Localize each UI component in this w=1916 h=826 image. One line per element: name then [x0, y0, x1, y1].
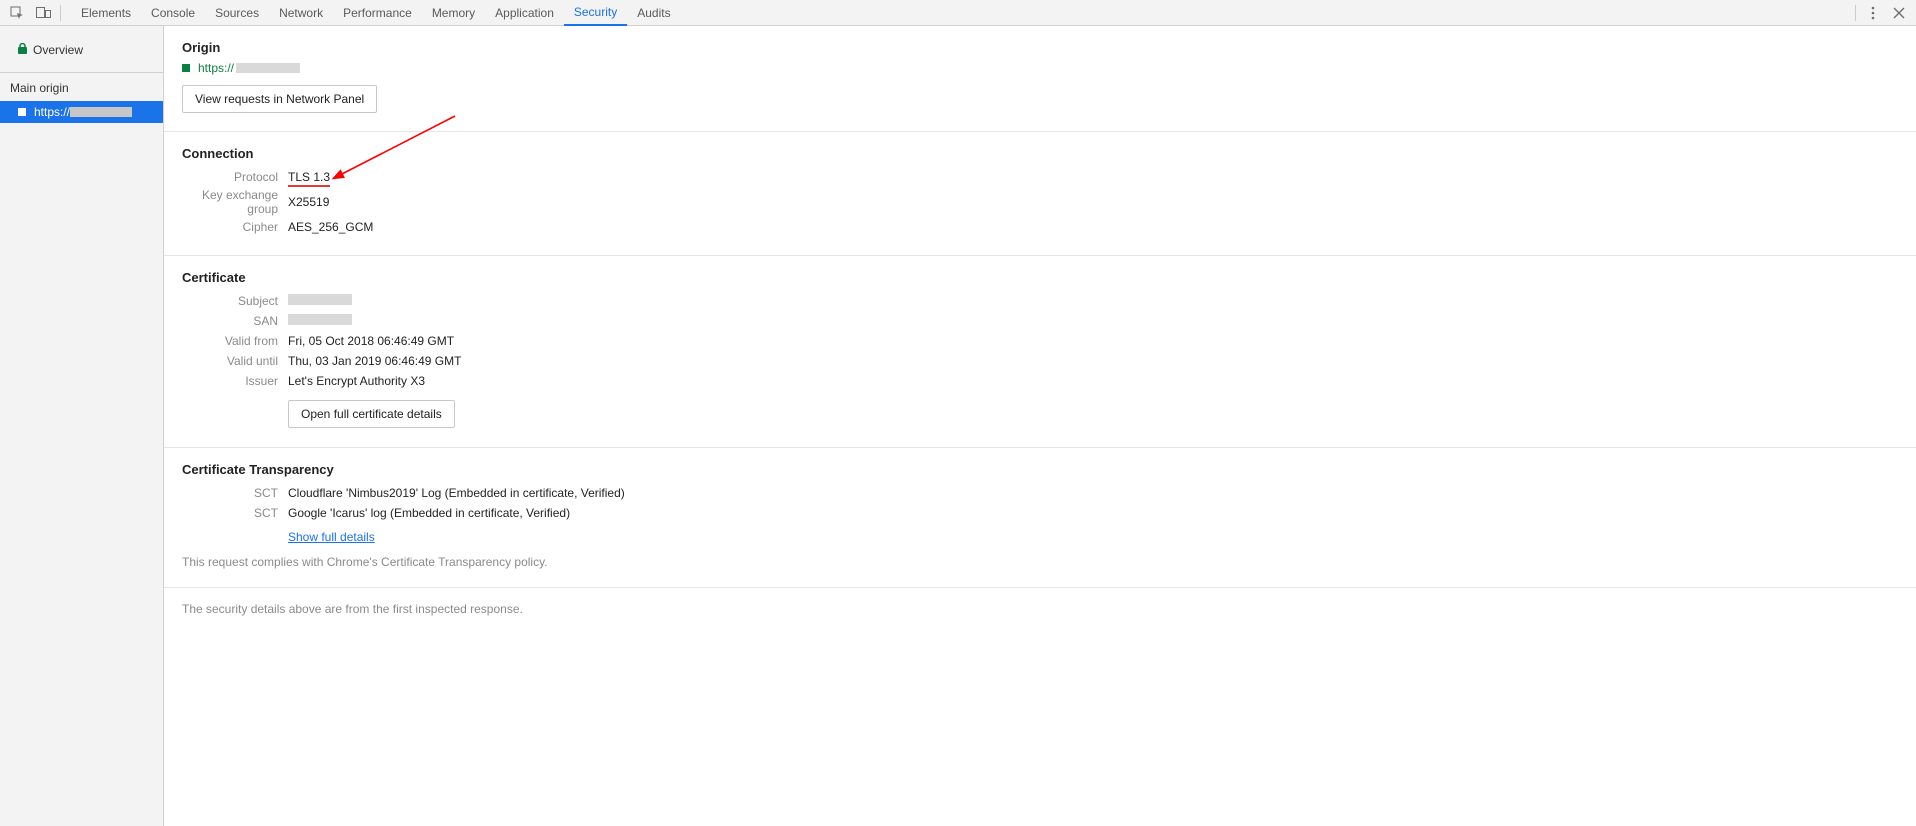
connection-section: Connection Protocol TLS 1.3 Key exchange…: [164, 132, 1916, 256]
sidebar-main-origin-heading: Main origin: [0, 73, 163, 101]
issuer-value: Let's Encrypt Authority X3: [288, 374, 425, 388]
protocol-label: Protocol: [182, 170, 288, 184]
toolbar-separator: [60, 5, 61, 21]
open-certificate-button[interactable]: Open full certificate details: [288, 400, 455, 428]
sidebar-origin-item[interactable]: https://: [0, 101, 163, 123]
inspect-element-icon[interactable]: [4, 0, 30, 26]
origin-url-prefix: https://: [198, 61, 234, 75]
ct-heading: Certificate Transparency: [182, 462, 1898, 477]
sct-value-1: Cloudflare 'Nimbus2019' Log (Embedded in…: [288, 486, 625, 500]
valid-until-value: Thu, 03 Jan 2019 06:46:49 GMT: [288, 354, 461, 368]
cipher-label: Cipher: [182, 220, 288, 234]
tab-network[interactable]: Network: [269, 0, 333, 26]
issuer-label: Issuer: [182, 374, 288, 388]
connection-heading: Connection: [182, 146, 1898, 161]
key-exchange-label: Key exchange group: [182, 188, 288, 216]
device-toggle-icon[interactable]: [30, 0, 56, 26]
tab-memory[interactable]: Memory: [422, 0, 485, 26]
sct-label: SCT: [182, 506, 288, 520]
redacted-host: [70, 107, 132, 117]
kebab-menu-icon[interactable]: [1860, 0, 1886, 26]
tab-performance[interactable]: Performance: [333, 0, 422, 26]
sct-label: SCT: [182, 486, 288, 500]
subject-label: Subject: [182, 294, 288, 308]
origin-heading: Origin: [182, 40, 1898, 55]
origin-status-icon: [18, 108, 26, 116]
tab-security[interactable]: Security: [564, 0, 627, 26]
toolbar-separator: [1855, 5, 1856, 21]
origin-url-row: https://: [182, 61, 1898, 75]
security-sidebar: Overview Main origin https://: [0, 26, 164, 826]
sidebar-overview[interactable]: Overview: [0, 38, 163, 62]
origin-secure-icon: [182, 64, 190, 72]
certificate-heading: Certificate: [182, 270, 1898, 285]
show-full-details-link[interactable]: Show full details: [288, 530, 375, 544]
redacted-host: [236, 63, 300, 73]
valid-from-value: Fri, 05 Oct 2018 06:46:49 GMT: [288, 334, 454, 348]
close-icon[interactable]: [1886, 0, 1912, 26]
tab-elements[interactable]: Elements: [71, 0, 141, 26]
sidebar-overview-label: Overview: [33, 43, 83, 57]
redacted-san: [288, 314, 352, 325]
valid-until-label: Valid until: [182, 354, 288, 368]
sct-value-2: Google 'Icarus' log (Embedded in certifi…: [288, 506, 570, 520]
ct-compliance-note: This request complies with Chrome's Cert…: [182, 555, 1898, 569]
certificate-section: Certificate Subject SAN Valid from Fri, …: [164, 256, 1916, 448]
devtools-tabs: Elements Console Sources Network Perform…: [65, 0, 1851, 25]
ct-section: Certificate Transparency SCT Cloudflare …: [164, 448, 1916, 588]
protocol-value: TLS 1.3: [288, 170, 330, 187]
view-requests-button[interactable]: View requests in Network Panel: [182, 85, 377, 113]
tab-sources[interactable]: Sources: [205, 0, 269, 26]
redacted-subject: [288, 294, 352, 305]
origin-section: Origin https:// View requests in Network…: [164, 26, 1916, 132]
san-label: SAN: [182, 314, 288, 328]
tab-application[interactable]: Application: [485, 0, 564, 26]
devtools-toolbar: Elements Console Sources Network Perform…: [0, 0, 1916, 26]
sidebar-origin-prefix: https://: [34, 105, 70, 119]
cipher-value: AES_256_GCM: [288, 220, 373, 234]
lock-icon: [18, 43, 27, 57]
security-panel: Origin https:// View requests in Network…: [164, 26, 1916, 826]
tab-audits[interactable]: Audits: [627, 0, 680, 26]
key-exchange-value: X25519: [288, 195, 329, 209]
valid-from-label: Valid from: [182, 334, 288, 348]
tab-console[interactable]: Console: [141, 0, 205, 26]
footer-note: The security details above are from the …: [164, 588, 1916, 630]
